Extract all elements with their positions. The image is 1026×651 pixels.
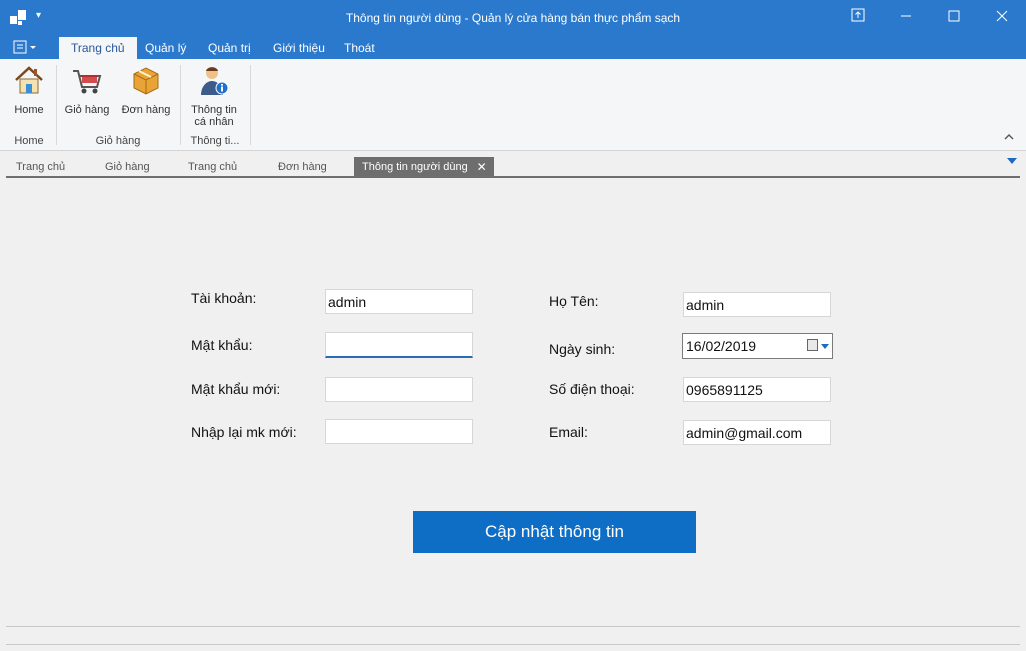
doc-tab-label: Thông tin người dùng (362, 161, 468, 173)
home-button[interactable]: Home (10, 63, 48, 116)
group-separator (250, 65, 251, 145)
fullname-label: Họ Tên: (549, 293, 599, 309)
close-icon[interactable] (992, 8, 1012, 28)
restore-down-icon[interactable] (848, 8, 868, 28)
doc-tab-gio-hang[interactable]: Giỏ hàng (97, 157, 158, 178)
house-icon (15, 66, 43, 94)
package-box-icon (133, 67, 159, 95)
birthday-date-picker[interactable]: 16/02/2019 (682, 333, 833, 359)
cart-button-label: Giỏ hàng (64, 104, 110, 116)
ribbon-tab-thoat[interactable]: Thoát (332, 37, 387, 59)
window-title: Thông tin người dùng - Quản lý cửa hàng … (345, 11, 681, 25)
shopping-cart-icon (73, 70, 102, 94)
home-button-label: Home (14, 104, 44, 116)
application-menu-icon[interactable] (12, 39, 42, 57)
account-field[interactable] (325, 289, 473, 314)
doc-tab-thong-tin-nguoi-dung[interactable]: Thông tin người dùng ✕ (354, 157, 494, 178)
user-info-icon (201, 67, 229, 95)
fullname-field[interactable] (683, 292, 831, 317)
update-info-button[interactable]: Cập nhật thông tin (413, 511, 696, 553)
status-strip (0, 626, 1026, 651)
phone-label: Số điện thoại: (549, 381, 635, 397)
calendar-icon[interactable] (807, 339, 818, 351)
order-button[interactable]: Đơn hàng (119, 63, 173, 116)
ribbon-tab-gioi-thieu[interactable]: Giới thiệu (261, 37, 337, 59)
password-label: Mật khẩu: (191, 337, 253, 353)
divider (6, 626, 1020, 627)
doc-tab-don-hang[interactable]: Đơn hàng (270, 157, 335, 178)
ribbon-tab-trang-chu[interactable]: Trang chủ (59, 37, 137, 59)
doc-tab-trang-chu[interactable]: Trang chủ (8, 157, 73, 178)
minimize-icon[interactable] (896, 8, 916, 28)
document-tab-bar: Trang chủ Giỏ hàng Trang chủ Đơn hàng Th… (0, 152, 1026, 178)
group-separator (56, 65, 57, 145)
divider (6, 644, 1020, 645)
ribbon-panel: Home Giỏ hàng Đơn hàng Thông tin cá nhân… (0, 59, 1026, 151)
group-separator (180, 65, 181, 145)
ribbon-tab-bar: Trang chủ Quản lý Quản trị Giới thiệu Th… (0, 37, 1026, 59)
new-password-field[interactable] (325, 377, 473, 402)
group-label-info: Thông ti... (190, 135, 240, 147)
title-bar: ▾ Thông tin người dùng - Quản lý cửa hàn… (0, 0, 1026, 37)
user-info-label-line2: cá nhân (194, 116, 234, 128)
email-label: Email: (549, 424, 588, 440)
maximize-icon[interactable] (944, 8, 964, 28)
user-info-form: Tài khoản: Mật khẩu: Mật khẩu mới: Nhập … (6, 178, 1020, 626)
tab-close-icon[interactable]: ✕ (477, 157, 487, 178)
password-field[interactable] (325, 332, 473, 358)
email-field[interactable] (683, 420, 831, 445)
ribbon-tab-quan-ly[interactable]: Quản lý (133, 37, 198, 59)
user-info-button[interactable]: Thông tin cá nhân (188, 63, 240, 128)
confirm-password-field[interactable] (325, 419, 473, 444)
order-button-label: Đơn hàng (121, 104, 171, 116)
tab-list-dropdown-icon[interactable] (1007, 158, 1017, 164)
phone-field[interactable] (683, 377, 831, 402)
group-label-home: Home (14, 135, 44, 147)
birthday-value: 16/02/2019 (686, 338, 757, 354)
ribbon-tab-quan-tri[interactable]: Quản trị (196, 37, 263, 59)
user-info-label-line1: Thông tin (191, 104, 237, 116)
group-label-cart: Giỏ hàng (95, 135, 141, 147)
chevron-down-icon[interactable] (821, 344, 829, 349)
account-label: Tài khoản: (191, 290, 257, 306)
doc-tab-trang-chu-2[interactable]: Trang chủ (180, 157, 245, 178)
cart-button[interactable]: Giỏ hàng (64, 63, 110, 116)
confirm-password-label: Nhập lại mk mới: (191, 424, 297, 440)
collapse-ribbon-icon[interactable] (1004, 133, 1014, 144)
birthday-label: Ngày sinh: (549, 341, 616, 357)
new-password-label: Mật khẩu mới: (191, 381, 281, 397)
